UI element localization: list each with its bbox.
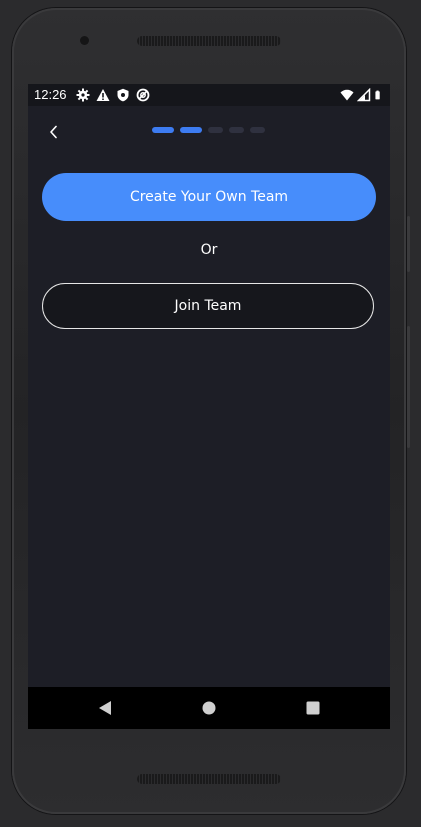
progress-step-4: [229, 127, 244, 133]
status-icons-left: [76, 88, 150, 102]
progress-step-1: [152, 127, 174, 133]
bottom-speaker: [137, 774, 281, 784]
power-button[interactable]: [407, 326, 410, 448]
status-time: 12:26: [34, 87, 67, 102]
sync-icon: [136, 88, 150, 102]
recents-square-icon: [306, 701, 320, 715]
chevron-left-icon: [50, 125, 57, 139]
wifi-icon: [340, 89, 354, 101]
progress-step-3: [208, 127, 223, 133]
front-camera: [80, 36, 89, 45]
nav-recents-button[interactable]: [302, 697, 324, 719]
app-screen: 12:26 Create Your Own Team Or Join Team: [28, 84, 390, 729]
volume-button[interactable]: [407, 216, 410, 272]
step-progress-indicator: [152, 127, 265, 133]
progress-step-5: [250, 127, 265, 133]
device-frame: 12:26 Create Your Own Team Or Join Team: [0, 0, 421, 827]
progress-step-2: [180, 127, 202, 133]
status-bar: 12:26: [28, 84, 390, 106]
top-speaker: [137, 36, 281, 46]
cell-signal-icon: [357, 88, 371, 102]
create-team-button[interactable]: Create Your Own Team: [42, 173, 376, 221]
status-icons-right: [340, 88, 384, 102]
nav-home-button[interactable]: [198, 697, 220, 719]
back-button[interactable]: [42, 120, 66, 144]
battery-icon: [375, 90, 380, 100]
shield-icon: [117, 88, 129, 102]
gear-icon: [76, 88, 90, 102]
android-nav-bar: [28, 687, 390, 729]
or-label: Or: [200, 242, 218, 258]
back-triangle-icon: [99, 701, 111, 715]
warning-icon: [96, 89, 110, 101]
join-team-button[interactable]: Join Team: [42, 283, 374, 329]
home-circle-icon: [202, 701, 216, 715]
nav-back-button[interactable]: [94, 697, 116, 719]
